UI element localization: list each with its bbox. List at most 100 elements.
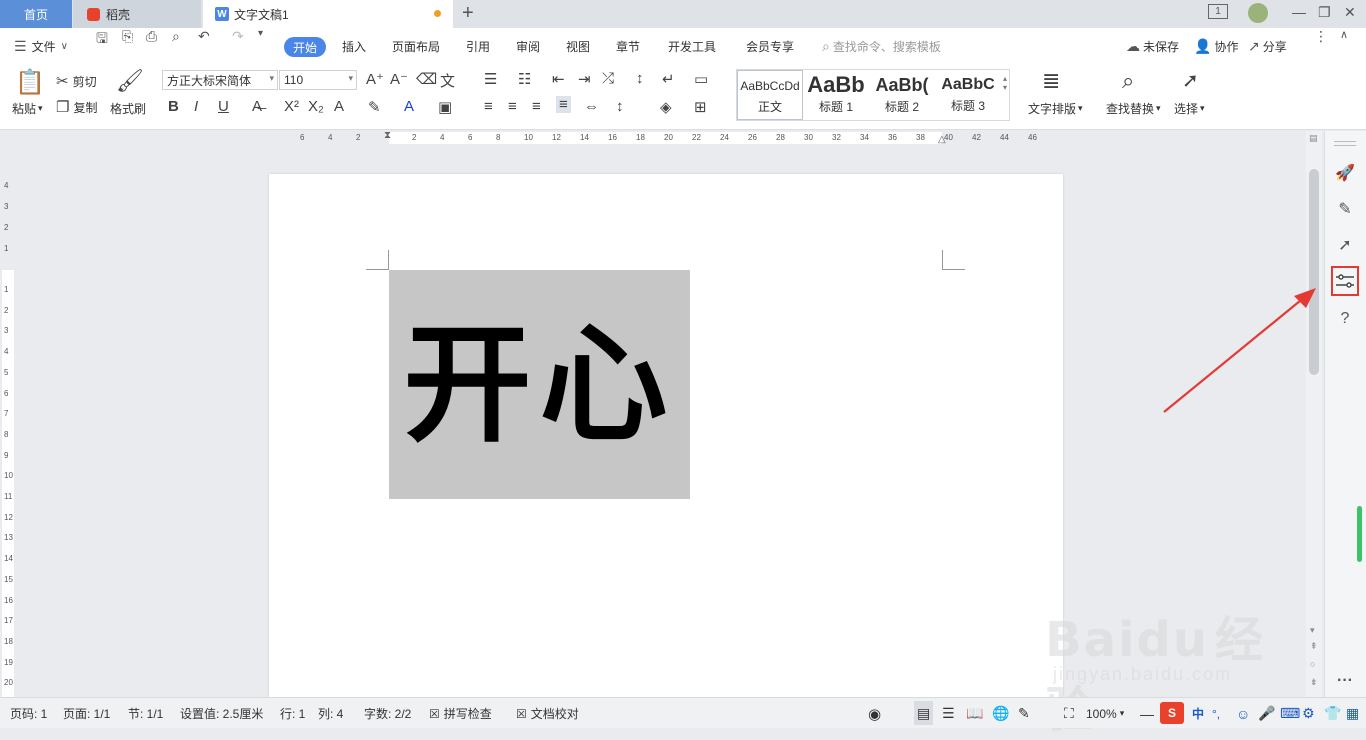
cut-button[interactable]: ✂ 剪切 xyxy=(56,72,97,90)
phonetic-icon[interactable]: 文 xyxy=(440,70,455,91)
tab-home[interactable]: 首页 xyxy=(0,0,72,28)
status-row[interactable]: 行: 1 xyxy=(280,698,305,729)
menu-tab-insert[interactable]: 插入 xyxy=(342,28,366,64)
write-view-icon[interactable]: ✎ xyxy=(1018,698,1030,729)
char-border-icon[interactable]: ▣ xyxy=(438,98,452,116)
page-view-icon[interactable]: ▤ xyxy=(1309,133,1318,144)
highlight-icon[interactable]: ✎ xyxy=(368,98,381,116)
doc-proof-button[interactable]: ☒ 文档校对 xyxy=(516,698,579,729)
style-heading2[interactable]: AaBb( 标题 2 xyxy=(869,70,935,120)
indent-marker-icon[interactable]: ⧗ xyxy=(384,130,391,141)
align-center-icon[interactable]: ≡ xyxy=(508,98,517,115)
select-button[interactable]: 选择 ▾ xyxy=(1174,100,1205,117)
minimize-button[interactable]: — xyxy=(1292,4,1306,20)
menu-tab-references[interactable]: 引用 xyxy=(466,28,490,64)
zoom-dropdown[interactable]: 100% ▾ xyxy=(1086,698,1124,729)
tab-docer[interactable]: 稻壳 xyxy=(73,0,201,28)
gallery-scroll-icon[interactable]: ▴ ▾ xyxy=(1003,74,1007,92)
grid-menu-icon[interactable]: ▦ xyxy=(1346,698,1359,729)
find-icon[interactable]: ⌕ xyxy=(1122,68,1134,94)
italic-icon[interactable]: I xyxy=(194,98,198,115)
status-col[interactable]: 列: 4 xyxy=(318,698,343,729)
menu-tab-home[interactable]: 开始 xyxy=(284,37,327,57)
document-page[interactable]: 开心 xyxy=(269,174,1063,697)
collaborate-button[interactable]: 👤 协作 xyxy=(1194,28,1238,64)
outline-view-icon[interactable]: ☰ xyxy=(942,698,955,729)
bold-icon[interactable]: B xyxy=(168,98,179,115)
vertical-ruler[interactable]: 4 3 2 1 1 2 3 4 5 6 7 8 9 10 11 12 13 14 15 16 17 18 19 20 xyxy=(0,145,16,697)
eye-protect-icon[interactable]: ◉ xyxy=(868,698,881,729)
fit-page-icon[interactable]: ⛶ xyxy=(1064,698,1074,729)
ime-mode[interactable]: 中 xyxy=(1192,698,1204,729)
bullets-icon[interactable]: ☰ xyxy=(484,70,497,88)
page-view-mode-icon[interactable]: ▤ xyxy=(914,701,934,725)
export-icon[interactable]: ⎘ xyxy=(122,28,133,64)
clear-format-icon[interactable]: ⌫ xyxy=(416,70,437,88)
menu-tab-view[interactable]: 视图 xyxy=(566,28,590,64)
help-icon[interactable]: ? xyxy=(1333,307,1357,331)
table-line-icon[interactable]: ▭ xyxy=(694,70,708,88)
document-text[interactable]: 开心 xyxy=(403,321,675,449)
toolbox-icon[interactable]: ⚙ xyxy=(1302,698,1315,729)
sort-icon[interactable]: ↕ xyxy=(636,70,644,87)
web-view-icon[interactable]: 🌐 xyxy=(992,698,1009,729)
file-menu[interactable]: ☰ 文件 ∨ xyxy=(14,28,68,64)
layout-icon[interactable]: 1 xyxy=(1208,4,1228,19)
borders-icon[interactable]: ⊞ xyxy=(694,98,707,116)
text-layout-icon[interactable]: ≣ xyxy=(1042,68,1060,94)
reading-view-icon[interactable]: 📖 xyxy=(966,698,983,729)
redo-icon[interactable]: ↷ xyxy=(232,28,244,64)
quick-access-dropdown-icon[interactable]: ▾ xyxy=(258,28,263,64)
status-setting[interactable]: 设置值: 2.5厘米 xyxy=(180,698,263,729)
distribute-icon[interactable]: ⇔ xyxy=(584,98,599,115)
add-tab-button[interactable]: + xyxy=(462,3,474,23)
numbering-icon[interactable]: ☷ xyxy=(518,70,531,88)
selected-text-block[interactable]: 开心 xyxy=(389,270,690,499)
scroll-thumb[interactable] xyxy=(1309,169,1319,375)
text-effect-icon[interactable]: A xyxy=(334,98,344,115)
find-replace-button[interactable]: 查找替换 ▾ xyxy=(1106,100,1161,117)
subscript-icon[interactable]: X₂ xyxy=(308,98,324,115)
show-marks-icon[interactable]: ↵ xyxy=(662,70,675,88)
print-icon[interactable]: ⎙ xyxy=(146,28,157,64)
menu-tab-member[interactable]: 会员专享 xyxy=(746,28,794,64)
property-settings-icon[interactable] xyxy=(1331,266,1359,296)
format-painter-button[interactable]: 🖌 xyxy=(116,68,144,94)
line-spacing-icon[interactable]: ↕ xyxy=(616,98,624,115)
cursor-icon[interactable]: ➚ xyxy=(1182,68,1199,93)
more-icon[interactable]: ⋮ xyxy=(1314,28,1328,64)
pointer-icon[interactable]: ➚ xyxy=(1333,233,1357,257)
command-search[interactable]: ⌕ 查找命令、搜索模板 xyxy=(822,28,941,64)
skin-icon[interactable]: 👕 xyxy=(1324,698,1341,729)
pen-icon[interactable]: ✎ xyxy=(1333,197,1357,221)
status-pages[interactable]: 页面: 1/1 xyxy=(63,698,110,729)
style-heading3[interactable]: AaBbC 标题 3 xyxy=(935,70,1001,120)
unsaved-button[interactable]: ☁ 未保存 xyxy=(1126,28,1179,64)
punctuation-icon[interactable]: °, xyxy=(1212,698,1220,729)
shading-icon[interactable]: ◈ xyxy=(660,98,672,116)
tab-document[interactable]: W 文字文稿1 xyxy=(203,0,453,28)
emoji-icon[interactable]: ☺ xyxy=(1236,698,1250,729)
close-button[interactable]: ✕ xyxy=(1344,4,1356,21)
ime-logo-icon[interactable]: S xyxy=(1160,702,1184,724)
microphone-icon[interactable]: 🎤 xyxy=(1258,698,1275,729)
copy-button[interactable]: ❐ 复制 xyxy=(56,98,97,116)
paste-dropdown[interactable]: 粘贴 ▾ xyxy=(12,100,43,117)
status-page-number[interactable]: 页码: 1 xyxy=(10,698,47,729)
vertical-scrollbar[interactable]: ▤ ▾ ⇞ ○ ⇟ xyxy=(1306,131,1322,697)
share-button[interactable]: ↗ 分享 xyxy=(1248,28,1287,64)
zoom-out-icon[interactable]: — xyxy=(1140,698,1154,729)
style-normal[interactable]: AaBbCcDd 正文 xyxy=(737,70,803,120)
underline-icon[interactable]: U xyxy=(218,98,229,115)
shrink-font-icon[interactable]: A⁻ xyxy=(390,70,408,88)
menu-tab-layout[interactable]: 页面布局 xyxy=(392,28,440,64)
decrease-indent-icon[interactable]: ⇤ xyxy=(552,70,565,88)
font-name-select[interactable]: 方正大标宋简体 xyxy=(162,70,278,90)
restore-button[interactable]: ❐ xyxy=(1318,4,1331,21)
spell-check-button[interactable]: ☒ 拼写检查 xyxy=(429,698,492,729)
menu-tab-review[interactable]: 审阅 xyxy=(516,28,540,64)
increase-indent-icon[interactable]: ⇥ xyxy=(578,70,591,88)
menu-tab-chapter[interactable]: 章节 xyxy=(616,28,640,64)
print-preview-icon[interactable]: ⌕ xyxy=(172,28,180,64)
prev-page-icon[interactable]: ⇞ xyxy=(1310,641,1318,652)
